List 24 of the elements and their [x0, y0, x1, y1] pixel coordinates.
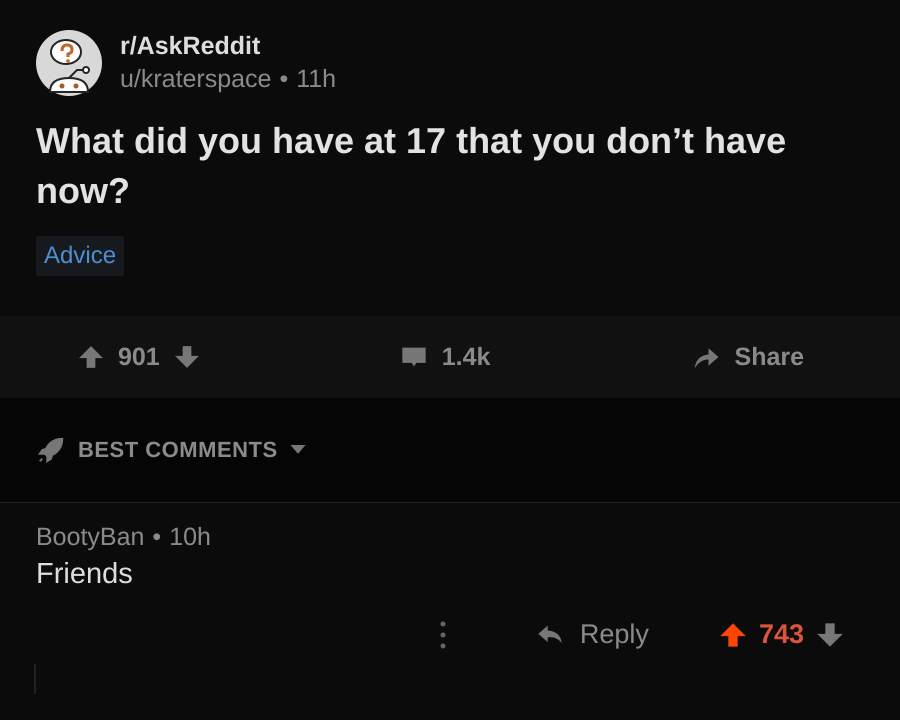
vote-count: 901 — [118, 342, 160, 372]
reply-button[interactable]: Reply — [534, 619, 649, 650]
downvote-icon[interactable] — [816, 620, 844, 648]
flair-tag[interactable]: Advice — [36, 236, 124, 276]
caret-icon — [290, 445, 306, 455]
comments-button[interactable]: 1.4k — [400, 342, 490, 372]
comment-text: Friends — [36, 558, 134, 591]
post-age: 11h — [296, 65, 336, 94]
author-name[interactable]: u/kraterspace — [120, 65, 272, 94]
sort-dropdown[interactable]: BEST COMMENTS — [36, 435, 306, 465]
comment-author[interactable]: BootyBan — [36, 523, 144, 552]
post-title: What did you have at 17 that you don’t have now? — [36, 119, 788, 213]
upvote-icon[interactable] — [718, 620, 747, 648]
rocket-icon — [36, 435, 66, 465]
vote-count: 743 — [758, 619, 804, 650]
upvote-icon[interactable] — [78, 344, 104, 370]
separator-dot: • — [152, 523, 162, 552]
subreddit-avatar-icon — [36, 30, 102, 96]
more-options-icon[interactable] — [440, 620, 446, 650]
separator-dot: • — [279, 65, 288, 94]
downvote-icon[interactable] — [174, 344, 200, 370]
share-button[interactable]: Share — [690, 342, 804, 372]
comment-age: 10h — [169, 523, 211, 552]
subreddit-link[interactable]: r/AskReddit — [120, 32, 336, 61]
